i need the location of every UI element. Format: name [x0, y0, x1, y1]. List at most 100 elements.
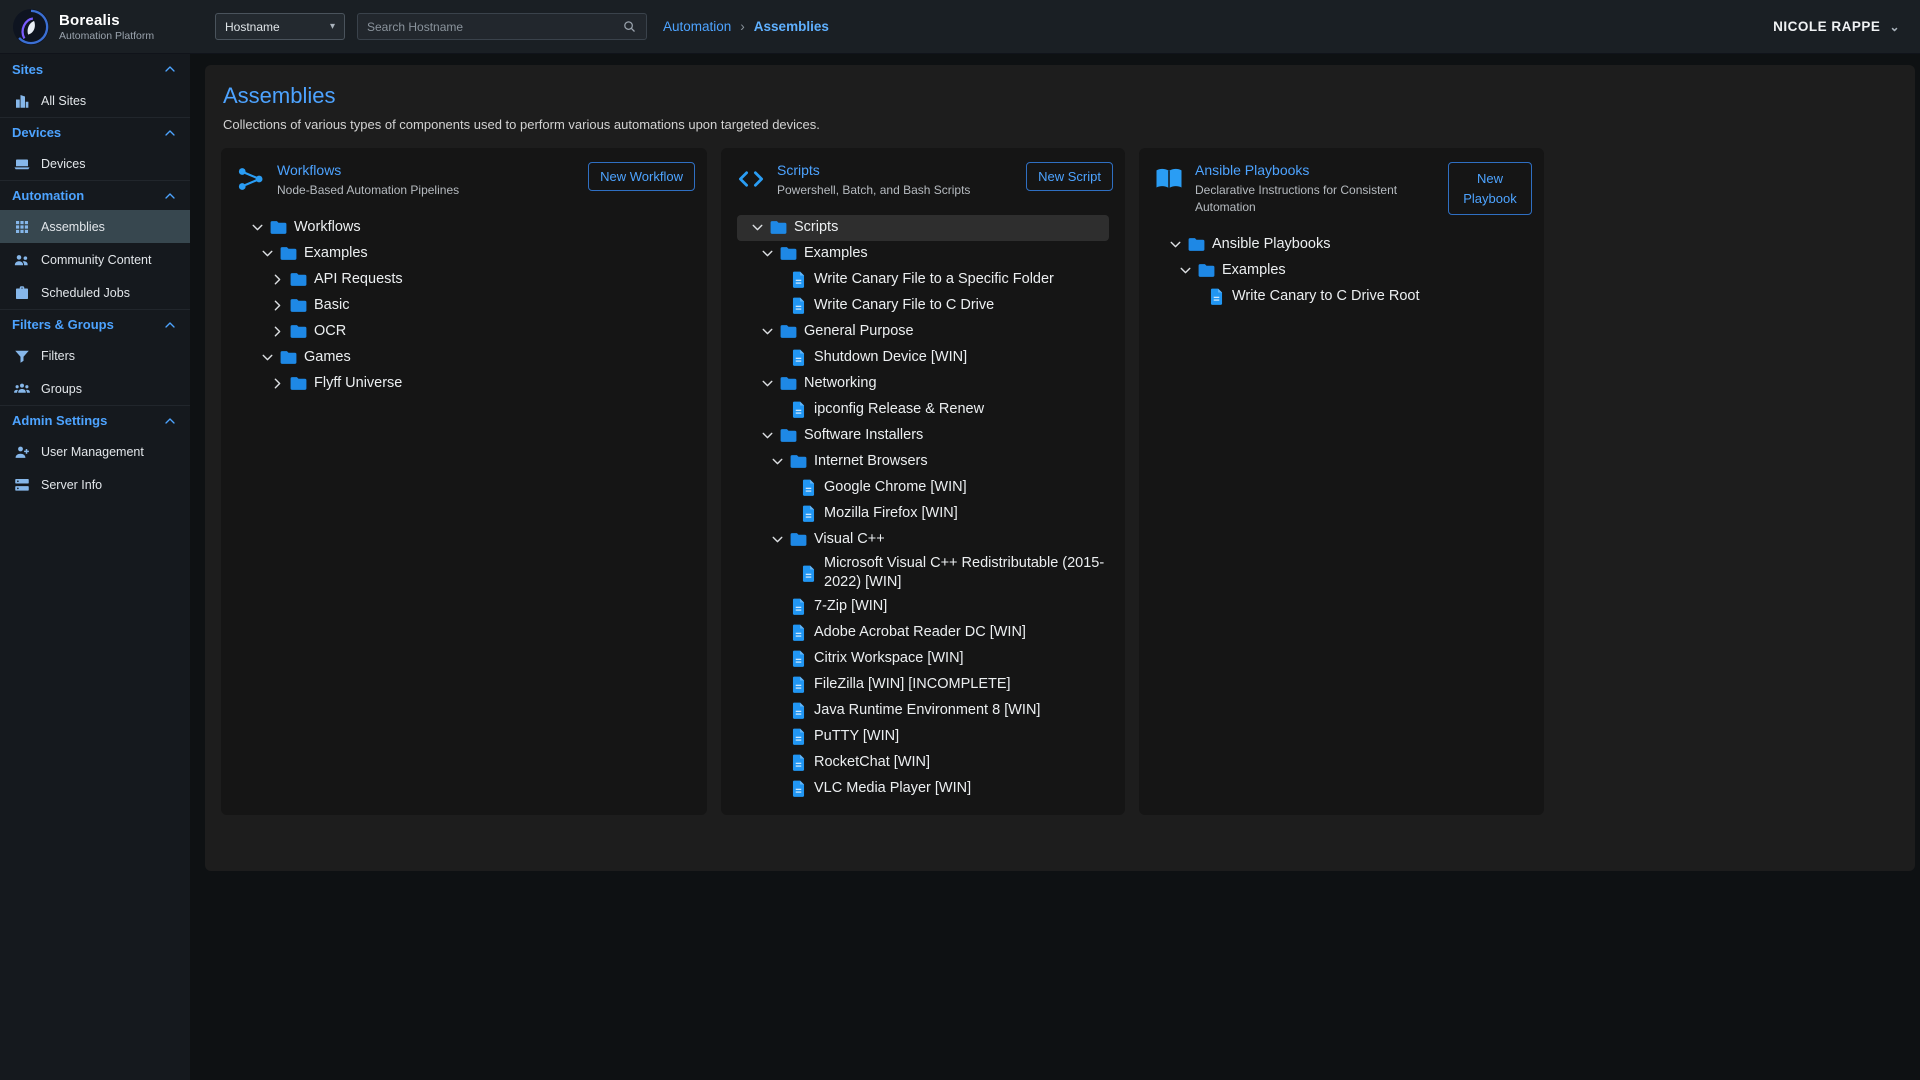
sidebar-item-user-management[interactable]: User Management — [0, 435, 190, 468]
sidebar-section-label: Filters & Groups — [12, 317, 114, 332]
folder-icon — [289, 296, 313, 315]
user-menu[interactable]: NICOLE RAPPE ⌄ — [1773, 19, 1900, 34]
chevron-down-icon[interactable] — [755, 372, 779, 396]
sidebar-section-admin-settings[interactable]: Admin Settings — [0, 405, 190, 435]
tree-folder-examples[interactable]: Examples — [737, 241, 1109, 267]
chevron-down-icon[interactable] — [1163, 233, 1187, 257]
tree-node-label: Examples — [1221, 261, 1286, 281]
new-workflow-button[interactable]: New Workflow — [588, 162, 695, 191]
sidebar-item-filters[interactable]: Filters — [0, 339, 190, 372]
tree-folder-ansible-playbooks[interactable]: Ansible Playbooks — [1155, 232, 1528, 258]
sidebar-item-groups[interactable]: Groups — [0, 372, 190, 405]
sidebar-item-all-sites[interactable]: All Sites — [0, 84, 190, 117]
chevron-down-icon: ⌄ — [1889, 21, 1900, 33]
sidebar-section-sites[interactable]: Sites — [0, 54, 190, 84]
chevron-down-icon[interactable] — [755, 424, 779, 448]
chevron-down-icon[interactable] — [245, 216, 269, 240]
tree-file-putty-win[interactable]: PuTTY [WIN] — [737, 724, 1109, 750]
tree-folder-visual-c[interactable]: Visual C++ — [737, 527, 1109, 553]
file-icon — [789, 270, 813, 289]
chevron-right-icon[interactable] — [265, 372, 289, 396]
folder-icon — [789, 452, 813, 471]
tree-node-label: Write Canary File to a Specific Folder — [813, 270, 1054, 290]
sidebar-item-community-content[interactable]: Community Content — [0, 243, 190, 276]
tree-node-label: ipconfig Release & Renew — [813, 400, 984, 420]
tree-file-vlc-media-player-win[interactable]: VLC Media Player [WIN] — [737, 776, 1109, 802]
breadcrumb-item-automation[interactable]: Automation — [663, 19, 731, 34]
tree-folder-scripts[interactable]: Scripts — [737, 215, 1109, 241]
tree-node-label: Software Installers — [803, 426, 923, 446]
sidebar-item-label: Assemblies — [41, 220, 105, 234]
tree-file-mozilla-firefox-win[interactable]: Mozilla Firefox [WIN] — [737, 501, 1109, 527]
new-playbook-button[interactable]: New Playbook — [1448, 162, 1532, 215]
sidebar-section-devices[interactable]: Devices — [0, 117, 190, 147]
chevron-right-icon[interactable] — [265, 294, 289, 318]
chevron-down-icon[interactable] — [745, 216, 769, 240]
hostname-select[interactable]: Hostname ▾ — [215, 13, 345, 40]
tree-folder-networking[interactable]: Networking — [737, 371, 1109, 397]
tree-folder-games[interactable]: Games — [237, 345, 691, 371]
sidebar-section-label: Automation — [12, 188, 84, 203]
file-icon — [1207, 287, 1231, 306]
scripts-card-header: Scripts Powershell, Batch, and Bash Scri… — [721, 162, 1125, 207]
tree-file-write-canary-file-to-c-drive[interactable]: Write Canary File to C Drive — [737, 293, 1109, 319]
app-root: Borealis Automation Platform Hostname ▾ … — [0, 0, 1920, 1080]
chevron-down-icon[interactable] — [765, 528, 789, 552]
breadcrumb-item-assemblies[interactable]: Assemblies — [754, 19, 829, 34]
tree-file-citrix-workspace-win[interactable]: Citrix Workspace [WIN] — [737, 646, 1109, 672]
sidebar-section-filters-groups[interactable]: Filters & Groups — [0, 309, 190, 339]
search-input[interactable] — [367, 20, 622, 34]
search-icon — [622, 19, 637, 34]
chevron-down-icon[interactable] — [255, 242, 279, 266]
chevron-down-icon[interactable] — [765, 450, 789, 474]
tree-file-filezilla-win-incomplete[interactable]: FileZilla [WIN] [INCOMPLETE] — [737, 672, 1109, 698]
tree-folder-flyff-universe[interactable]: Flyff Universe — [237, 371, 691, 397]
tree-file-microsoft-visual-c-redistributable-2015-2022-win[interactable]: Microsoft Visual C++ Redistributable (20… — [737, 553, 1109, 594]
sidebar-item-assemblies[interactable]: Assemblies — [0, 210, 190, 243]
tree-folder-workflows[interactable]: Workflows — [237, 215, 691, 241]
sidebar-item-server-info[interactable]: Server Info — [0, 468, 190, 501]
tree-file-7-zip-win[interactable]: 7-Zip [WIN] — [737, 594, 1109, 620]
tree-folder-basic[interactable]: Basic — [237, 293, 691, 319]
sidebar-item-devices[interactable]: Devices — [0, 147, 190, 180]
tree-file-rocketchat-win[interactable]: RocketChat [WIN] — [737, 750, 1109, 776]
tree-node-label: Citrix Workspace [WIN] — [813, 649, 964, 669]
sidebar-item-scheduled-jobs[interactable]: Scheduled Jobs — [0, 276, 190, 309]
topbar: Borealis Automation Platform Hostname ▾ … — [0, 0, 1920, 54]
tree-file-shutdown-device-win[interactable]: Shutdown Device [WIN] — [737, 345, 1109, 371]
tree-node-label: Workflows — [293, 218, 361, 238]
tree-file-write-canary-to-c-drive-root[interactable]: Write Canary to C Drive Root — [1155, 284, 1528, 310]
new-script-button[interactable]: New Script — [1026, 162, 1113, 191]
sidebar-item-label: Filters — [41, 349, 75, 363]
tree-folder-general-purpose[interactable]: General Purpose — [737, 319, 1109, 345]
tree-folder-ocr[interactable]: OCR — [237, 319, 691, 345]
scripts-tree: ScriptsExamples Write Canary File to a Sp… — [721, 207, 1125, 802]
tree-folder-examples[interactable]: Examples — [237, 241, 691, 267]
chevron-right-icon[interactable] — [265, 268, 289, 292]
tree-file-google-chrome-win[interactable]: Google Chrome [WIN] — [737, 475, 1109, 501]
chevron-down-icon[interactable] — [755, 320, 779, 344]
tree-file-adobe-acrobat-reader-dc-win[interactable]: Adobe Acrobat Reader DC [WIN] — [737, 620, 1109, 646]
tree-folder-api-requests[interactable]: API Requests — [237, 267, 691, 293]
tree-file-ipconfig-release-renew[interactable]: ipconfig Release & Renew — [737, 397, 1109, 423]
tree-indent-spacer — [765, 673, 789, 697]
sites-icon — [13, 92, 31, 110]
ansible-playbooks-tree: Ansible Playbooks Examples Write Canary to… — [1139, 224, 1544, 310]
folder-icon — [269, 218, 293, 237]
tree-folder-software-installers[interactable]: Software Installers — [737, 423, 1109, 449]
tree-folder-internet-browsers[interactable]: Internet Browsers — [737, 449, 1109, 475]
sidebar-section-automation[interactable]: Automation — [0, 180, 190, 210]
tree-file-write-canary-file-to-a-specific-folder[interactable]: Write Canary File to a Specific Folder — [737, 267, 1109, 293]
code-icon — [735, 164, 767, 194]
borealis-logo — [12, 8, 50, 46]
sidebar-section-label: Devices — [12, 125, 61, 140]
chevron-up-icon — [162, 317, 178, 333]
chevron-down-icon[interactable] — [1173, 259, 1197, 283]
chevron-down-icon[interactable] — [255, 346, 279, 370]
chevron-down-icon[interactable] — [755, 242, 779, 266]
tree-folder-examples[interactable]: Examples — [1155, 258, 1528, 284]
chevron-right-icon[interactable] — [265, 320, 289, 344]
tree-node-label: Ansible Playbooks — [1211, 235, 1331, 255]
tree-file-java-runtime-environment-8-win[interactable]: Java Runtime Environment 8 [WIN] — [737, 698, 1109, 724]
folder-icon — [1187, 235, 1211, 254]
